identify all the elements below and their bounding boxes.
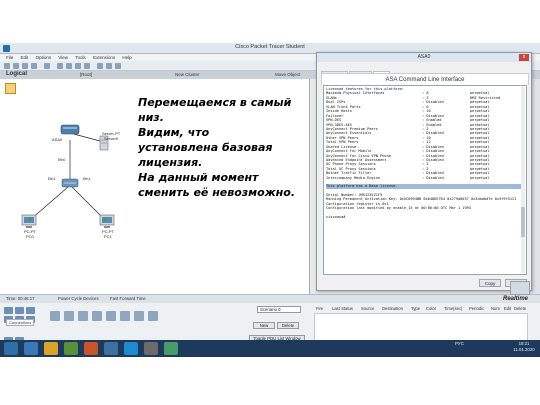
switches-icon[interactable] [15, 307, 24, 314]
time-bar: Time: 00:46:17 Power Cycle Devices Fast … [0, 295, 540, 303]
fast-forward-button[interactable]: Fast Forward Time [110, 295, 146, 303]
connections-label: Connections [6, 319, 35, 326]
license-row: Intercompany Media Engine : Disabled perpe… [326, 176, 524, 180]
pc0-name-label: PC0 [26, 234, 34, 239]
hubs-icon[interactable] [26, 307, 35, 314]
cli-console[interactable]: Licensed features for this platform: Maxi… [323, 85, 527, 275]
pdu-col-source: Source [361, 306, 375, 311]
server-name-label: Server0 [104, 136, 119, 141]
connection-types-panel [48, 307, 158, 337]
word-icon[interactable] [104, 342, 118, 355]
ie-icon[interactable] [24, 342, 38, 355]
asa-icon [60, 124, 80, 135]
realtime-label[interactable]: Realtime [503, 296, 528, 302]
switch-icon [61, 178, 79, 188]
app-icon[interactable] [84, 342, 98, 355]
realtime-mode-icon[interactable] [510, 281, 530, 295]
cli-line: Running Permanent Activation Key: 0x5C69… [326, 197, 517, 202]
license-cell: : Disabled [422, 175, 444, 180]
app-icon-2[interactable] [144, 342, 158, 355]
asa-name-label: ASA0 [52, 137, 63, 142]
power-cycle-button[interactable]: Power Cycle Devices [58, 295, 99, 303]
pdu-col-time: Time(sec) [444, 306, 463, 311]
pdu-col-periodic: Periodic [469, 306, 485, 311]
language-indicator[interactable]: РУС [455, 341, 464, 346]
app-icon-3[interactable] [164, 342, 178, 355]
new-scenario-button[interactable]: New [253, 322, 275, 329]
port-label-eth0: Eth0 [58, 158, 66, 162]
routers-icon[interactable] [4, 307, 13, 314]
dialog-title: ASA0 [317, 53, 531, 62]
annotation-line: На данный момент [138, 171, 259, 184]
pdu-col-edit: Edit [504, 306, 512, 311]
console-cable-icon[interactable] [64, 311, 74, 321]
scrollbar-thumb[interactable] [521, 207, 525, 237]
packet-tracer-window: Cisco Packet Tracer Student File Edit Op… [0, 43, 540, 357]
packet-tracer-taskbar-icon[interactable] [124, 342, 138, 355]
pdu-col-last-status: Last Status [332, 306, 353, 311]
console-scrollbar[interactable] [521, 87, 525, 273]
time-display: Time: 00:46:17 [6, 296, 35, 301]
annotation-line: установлена базовая [138, 141, 273, 154]
scenario-select[interactable]: Scenario 0 [257, 306, 301, 313]
phone-cable-icon[interactable] [120, 311, 130, 321]
clock-date: 11.01.2020 [513, 347, 535, 352]
annotation-line: низ. [138, 111, 164, 124]
straight-cable-icon[interactable] [78, 311, 88, 321]
pc0-icon [21, 214, 37, 228]
pc1-name-label: PC1 [104, 234, 112, 239]
pdu-col-color: Color [426, 306, 437, 311]
taskbar-clock[interactable]: 19:21 11.01.2020 [510, 341, 538, 353]
annotation-line: лицензия. [138, 156, 203, 169]
explorer-icon[interactable] [44, 342, 58, 355]
slide-annotation: Перемещаемся в самый низ. Видим, что уст… [138, 95, 318, 200]
annotation-line: Перемещаемся в самый [138, 96, 292, 109]
link-light-pc0 [28, 217, 32, 221]
close-icon[interactable]: x [519, 54, 529, 61]
dialog-tabs: PhysicalConfigCLI [321, 64, 391, 79]
port-label-eth1-right: Eth1 [83, 177, 91, 181]
pdu-col-fire: Fire [316, 306, 324, 311]
asa-device-dialog: ASA0 x PhysicalConfigCLI ASA Command Lin… [316, 52, 532, 291]
pc1-icon [99, 214, 115, 228]
pdu-col-destination: Destination [382, 306, 403, 311]
pdu-col-type: Type [411, 306, 421, 311]
link-light-pc1 [103, 217, 107, 221]
pdu-col-delete: Delete [514, 306, 527, 311]
auto-connection-icon[interactable] [50, 311, 60, 321]
delete-scenario-button[interactable]: Delete [277, 322, 299, 329]
cli-line: ciscoasa# [326, 214, 346, 219]
copy-button[interactable]: Copy [479, 279, 501, 287]
pdu-list-header: Fire Last Status Source Destination Type… [314, 305, 528, 313]
serial-cable-icon[interactable] [148, 311, 158, 321]
annotation-line: сменить её невозможно. [138, 186, 295, 199]
cli-heading: ASA Command Line Interface [321, 73, 529, 85]
crossover-cable-icon[interactable] [92, 311, 102, 321]
pdu-col-num: Num [491, 306, 500, 311]
coaxial-cable-icon[interactable] [134, 311, 144, 321]
cli-output: Serial Number: JMX1235Z1F9 Running Perman… [326, 193, 524, 220]
start-icon[interactable] [4, 342, 18, 355]
annotation-line: Видим, что [138, 126, 210, 139]
media-icon[interactable] [64, 342, 78, 355]
license-table: Licensed features for this platform: Maxi… [326, 87, 524, 180]
port-label-eth1-left: Eth1 [48, 177, 56, 181]
fiber-cable-icon[interactable] [106, 311, 116, 321]
license-cell: perpetual [470, 175, 490, 180]
windows-taskbar: РУС 19:21 11.01.2020 [0, 340, 540, 357]
license-cell: Intercompany Media Engine [326, 175, 381, 180]
